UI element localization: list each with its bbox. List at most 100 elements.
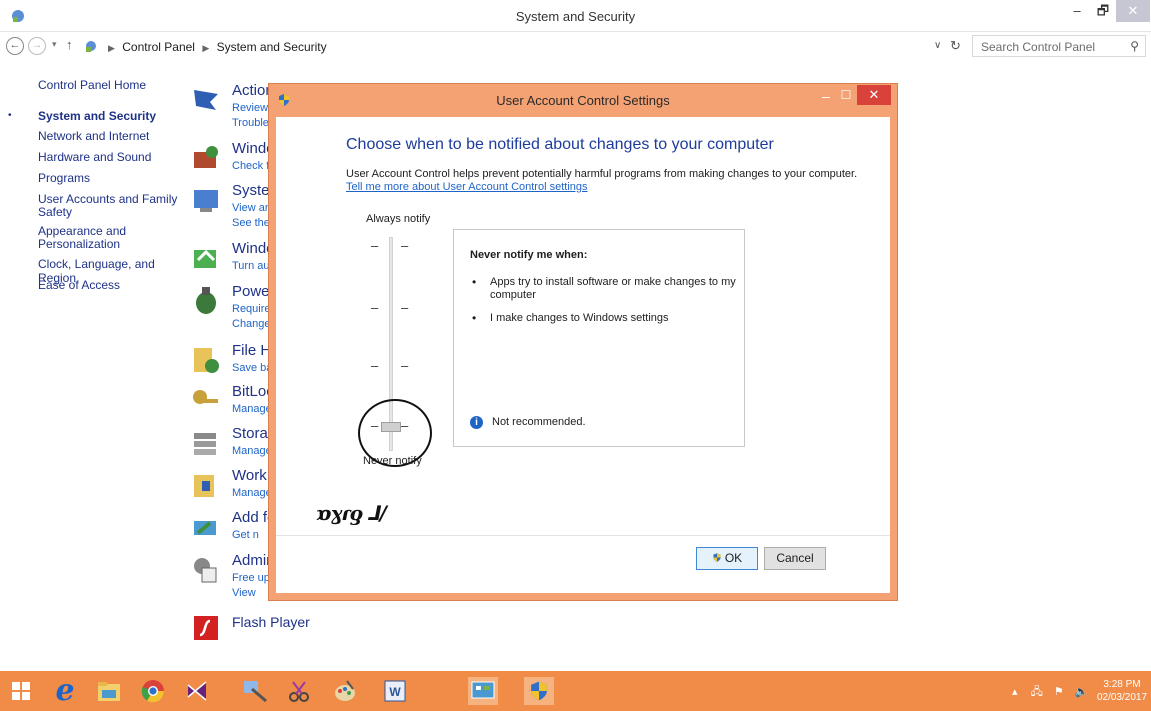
item-link[interactable]: Manage xyxy=(232,445,272,457)
recent-pages-chevron-icon[interactable]: ▾ xyxy=(52,39,57,50)
item-link[interactable]: View xyxy=(232,587,256,599)
close-button[interactable]: ✕ xyxy=(1116,0,1150,22)
address-history-chevron-icon[interactable]: ∨ xyxy=(934,40,941,51)
cancel-button[interactable]: Cancel xyxy=(764,547,826,570)
nav-user-accounts-line1[interactable]: User Accounts and Family xyxy=(38,192,177,206)
item-link[interactable]: Save ba xyxy=(232,362,272,374)
taskbar: e W ▴ 🖧 ⚑ 🔈 3:28 PM 02/03/2017 xyxy=(0,671,1151,711)
dialog-body: Choose when to be notified about changes… xyxy=(276,117,890,593)
admin-tools-icon xyxy=(194,558,217,583)
action-center-flag-icon[interactable]: ⚑ xyxy=(1054,686,1064,698)
refresh-icon[interactable]: ↻ xyxy=(950,38,961,54)
storage-icon xyxy=(194,433,216,455)
item-link[interactable]: View an xyxy=(232,202,271,214)
box-bullet-text: Apps try to install software or make cha… xyxy=(490,276,736,301)
box-heading: Never notify me when: xyxy=(470,249,588,261)
item-link[interactable]: Manage xyxy=(232,487,272,499)
clock-date: 02/03/2017 xyxy=(1096,692,1148,703)
network-icon[interactable]: 🖧 xyxy=(1031,686,1043,698)
nav-ease-of-access[interactable]: Ease of Access xyxy=(38,278,120,292)
item-link[interactable]: Free up xyxy=(232,572,270,584)
nav-control-panel-home[interactable]: Control Panel Home xyxy=(38,78,146,92)
nav-appearance-line2[interactable]: Personalization xyxy=(38,237,120,251)
dialog-title: User Account Control Settings xyxy=(496,93,670,108)
system-tray: ▴ 🖧 ⚑ 🔈 xyxy=(1012,683,1089,702)
internet-explorer-icon: e xyxy=(55,673,75,708)
nav-user-accounts-line2[interactable]: Safety xyxy=(38,205,72,219)
item-link[interactable]: Change xyxy=(232,318,271,330)
svg-text:W: W xyxy=(389,685,401,699)
flash-icon xyxy=(194,616,218,640)
item-link[interactable]: Review xyxy=(232,102,268,114)
dialog-divider xyxy=(276,535,890,536)
slider-tick: – xyxy=(371,358,379,373)
item-link[interactable]: Require xyxy=(232,303,271,315)
search-input[interactable]: Search Control Panel ⚲ xyxy=(972,35,1146,57)
item-link[interactable]: Check f xyxy=(232,160,269,172)
taskbar-word[interactable]: W xyxy=(380,677,410,705)
box-bullet-item: • I make changes to Windows settings xyxy=(470,312,740,325)
dialog-titlebar: User Account Control Settings – ☐ ✕ xyxy=(269,84,897,116)
item-link[interactable]: See the xyxy=(232,217,270,229)
box-bullet-item: • Apps try to install software or make c… xyxy=(470,276,740,302)
breadcrumb: ▶ Control Panel ▶ System and Security xyxy=(104,40,327,54)
taskbar-snipping-tool[interactable] xyxy=(284,677,314,705)
ok-button[interactable]: OK xyxy=(696,547,758,570)
bullet-icon: • xyxy=(472,311,477,325)
item-title[interactable]: Flash Player xyxy=(232,614,310,630)
slider-tick: – xyxy=(371,238,379,253)
taskbar-clock[interactable]: 3:28 PM 02/03/2017 xyxy=(1096,678,1148,704)
taskbar-internet-explorer[interactable]: e xyxy=(50,673,80,708)
item-link[interactable]: Manage xyxy=(232,403,272,415)
volume-icon[interactable]: 🔈 xyxy=(1075,686,1089,698)
nav-network-and-internet[interactable]: Network and Internet xyxy=(38,129,149,143)
item-link[interactable]: Trouble xyxy=(232,117,269,129)
search-placeholder: Search Control Panel xyxy=(981,40,1096,54)
clock-time: 3:28 PM xyxy=(1103,679,1141,690)
breadcrumb-separator-icon: ▶ xyxy=(202,43,210,53)
taskbar-control-panel[interactable] xyxy=(468,677,498,705)
taskbar-visual-studio[interactable] xyxy=(182,677,212,705)
box-note: Not recommended. xyxy=(492,416,586,428)
folder-icon xyxy=(194,475,214,497)
control-panel-icon xyxy=(471,681,495,699)
item-link[interactable]: Get n xyxy=(232,529,259,541)
dialog-description: User Account Control helps prevent poten… xyxy=(346,168,858,180)
start-button[interactable] xyxy=(6,677,36,705)
nav-hardware-and-sound[interactable]: Hardware and Sound xyxy=(38,150,151,164)
wrench-tool-icon xyxy=(244,681,267,703)
taskbar-tool-app[interactable] xyxy=(240,677,270,705)
taskbar-chrome[interactable] xyxy=(138,677,168,705)
breadcrumb-system-and-security[interactable]: System and Security xyxy=(217,40,327,54)
learn-more-link[interactable]: Tell me more about User Account Control … xyxy=(346,181,588,193)
dialog-maximize-button[interactable]: ☐ xyxy=(837,88,855,102)
show-hidden-icons-chevron-icon[interactable]: ▴ xyxy=(1012,686,1018,698)
taskbar-file-explorer[interactable] xyxy=(94,677,124,705)
item-link[interactable]: Turn au xyxy=(232,260,270,272)
slider-bottom-label: Never notify xyxy=(363,455,422,467)
notification-description-box: Never notify me when: • Apps try to inst… xyxy=(453,229,745,447)
item-title[interactable]: Admir xyxy=(232,552,271,569)
address-bar: ← → ▾ ↑ ▶ Control Panel ▶ System and Sec… xyxy=(0,33,1151,59)
nav-system-and-security[interactable]: System and Security xyxy=(38,109,156,123)
slider-tick: – xyxy=(371,300,379,315)
taskbar-paint[interactable] xyxy=(330,677,360,705)
back-icon[interactable]: ← xyxy=(6,37,24,55)
taskbar-uac-settings[interactable] xyxy=(524,677,554,705)
dialog-close-button[interactable]: ✕ xyxy=(857,85,891,105)
breadcrumb-control-panel[interactable]: Control Panel xyxy=(122,40,195,54)
shield-icon xyxy=(713,553,721,562)
maximize-button[interactable]: 🗗 xyxy=(1090,0,1116,22)
search-icon[interactable]: ⚲ xyxy=(1130,39,1139,53)
breadcrumb-separator-icon: ▶ xyxy=(108,43,115,53)
nav-programs[interactable]: Programs xyxy=(38,171,90,185)
dialog-minimize-button[interactable]: – xyxy=(817,88,835,104)
slider-top-label: Always notify xyxy=(366,213,431,225)
forward-icon[interactable]: → xyxy=(28,37,46,55)
visual-studio-icon xyxy=(187,681,207,701)
minimize-button[interactable]: – xyxy=(1064,0,1090,22)
nav-appearance-line1[interactable]: Appearance and xyxy=(38,224,126,238)
up-arrow-icon[interactable]: ↑ xyxy=(66,37,73,52)
item-title[interactable]: Work xyxy=(232,467,267,484)
paint-icon xyxy=(335,680,355,701)
